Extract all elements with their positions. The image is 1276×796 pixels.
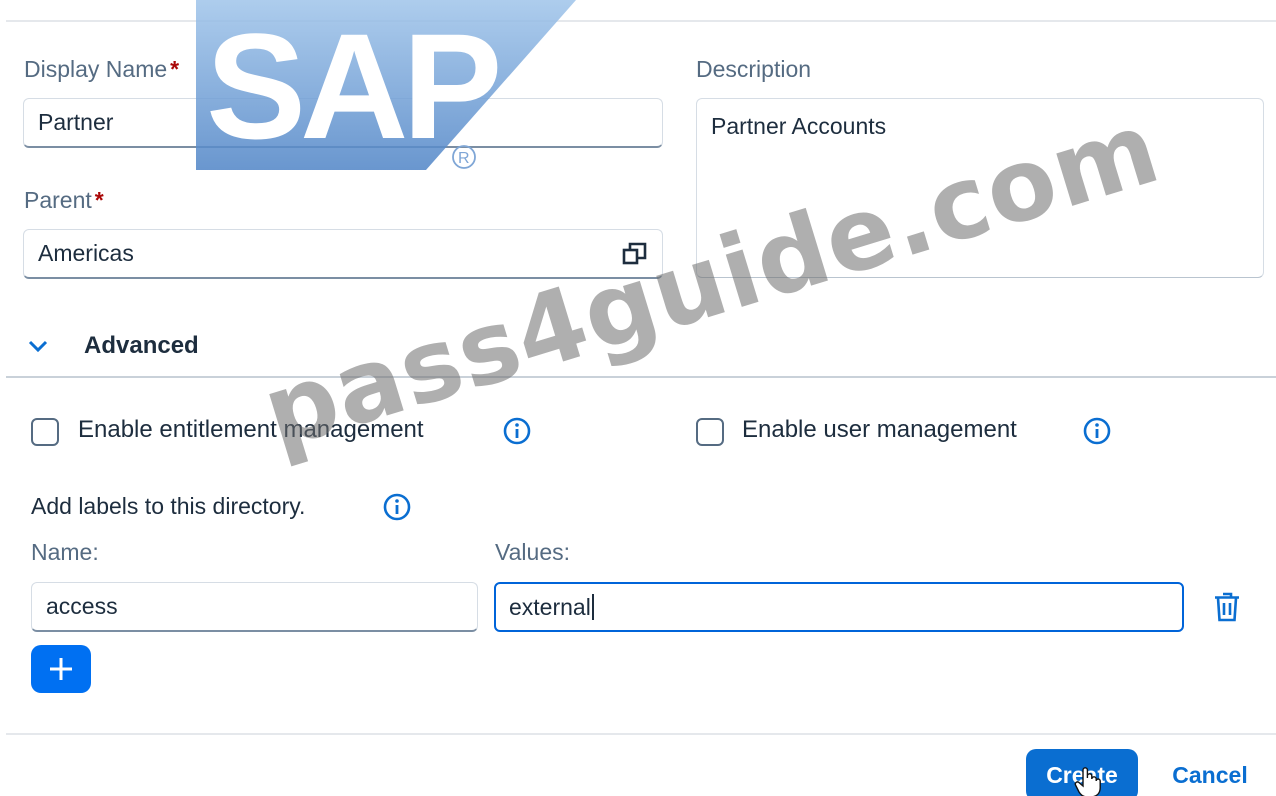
display-name-input[interactable]: Partner [23,98,663,148]
advanced-divider [6,376,1276,378]
text-caret [591,594,594,620]
cancel-button[interactable]: Cancel [1160,749,1260,796]
value-help-icon[interactable] [622,241,648,267]
label-name-input[interactable]: access [31,582,478,632]
description-value: Partner Accounts [711,113,887,139]
name-column-header: Name: [31,539,99,565]
create-directory-dialog: Display Name * Partner Parent * Americas D… [0,0,1276,796]
parent-label-text: Parent [24,187,92,213]
required-marker: * [170,56,180,82]
header-divider [6,20,1276,22]
labels-section-title: Add labels to this directory. [31,493,306,519]
label-values-input[interactable]: external [494,582,1184,632]
plus-icon [50,658,72,680]
enable-user-mgmt-checkbox[interactable] [696,418,724,446]
parent-value: Americas [38,240,134,266]
enable-entitlement-label[interactable]: Enable entitlement management [78,416,424,444]
add-label-button[interactable] [31,645,91,693]
parent-label: Parent * [24,187,104,214]
svg-text:R: R [458,150,470,167]
label-values-value: external [509,593,591,620]
info-icon[interactable] [502,416,532,446]
advanced-section-title[interactable]: Advanced [84,332,199,360]
chevron-down-icon[interactable] [26,334,50,358]
trash-icon[interactable] [1210,590,1244,624]
values-column-header: Values: [495,539,571,565]
required-marker: * [94,187,104,213]
label-name-value: access [46,593,118,619]
display-name-label-text: Display Name [24,56,168,82]
description-label: Description [696,56,812,82]
display-name-value: Partner [38,109,114,135]
create-button[interactable]: Create [1026,749,1138,796]
enable-entitlement-checkbox[interactable] [31,418,59,446]
info-icon[interactable] [382,492,412,522]
parent-input[interactable]: Americas [23,229,663,279]
display-name-label: Display Name * [24,56,179,83]
info-icon[interactable] [1082,416,1112,446]
footer-divider [6,733,1276,735]
enable-user-mgmt-label[interactable]: Enable user management [742,416,1017,444]
description-textarea[interactable]: Partner Accounts [696,98,1264,278]
